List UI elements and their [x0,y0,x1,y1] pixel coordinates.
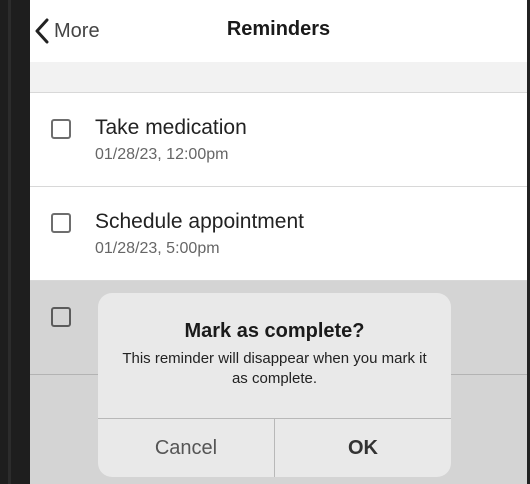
device-frame-edge [8,0,11,484]
cancel-button[interactable]: Cancel [98,419,274,477]
reminder-title: Take medication [95,116,247,139]
page-title: Reminders [226,18,331,40]
section-header-spacer [30,62,527,93]
reminder-row[interactable]: Schedule appointment 01/28/23, 5:00pm [30,187,527,281]
dialog-title: Mark as complete? [184,320,365,342]
confirm-dialog: Mark as complete? This reminder will dis… [98,293,451,477]
reminder-title: Schedule appointment [95,210,304,233]
dialog-message: This reminder will disappear when you ma… [122,350,427,387]
app-screen: More Reminders Take medication 01/28/23,… [30,0,527,484]
reminder-datetime: 01/28/23, 5:00pm [95,240,220,257]
reminder-datetime: 01/28/23, 12:00pm [95,146,229,163]
ok-button[interactable]: OK [275,419,451,477]
checkbox[interactable] [51,119,71,139]
navigation-bar: More Reminders [30,0,527,62]
device-frame-left [0,0,30,484]
reminder-row[interactable]: Take medication 01/28/23, 12:00pm [30,93,527,187]
checkbox[interactable] [51,213,71,233]
